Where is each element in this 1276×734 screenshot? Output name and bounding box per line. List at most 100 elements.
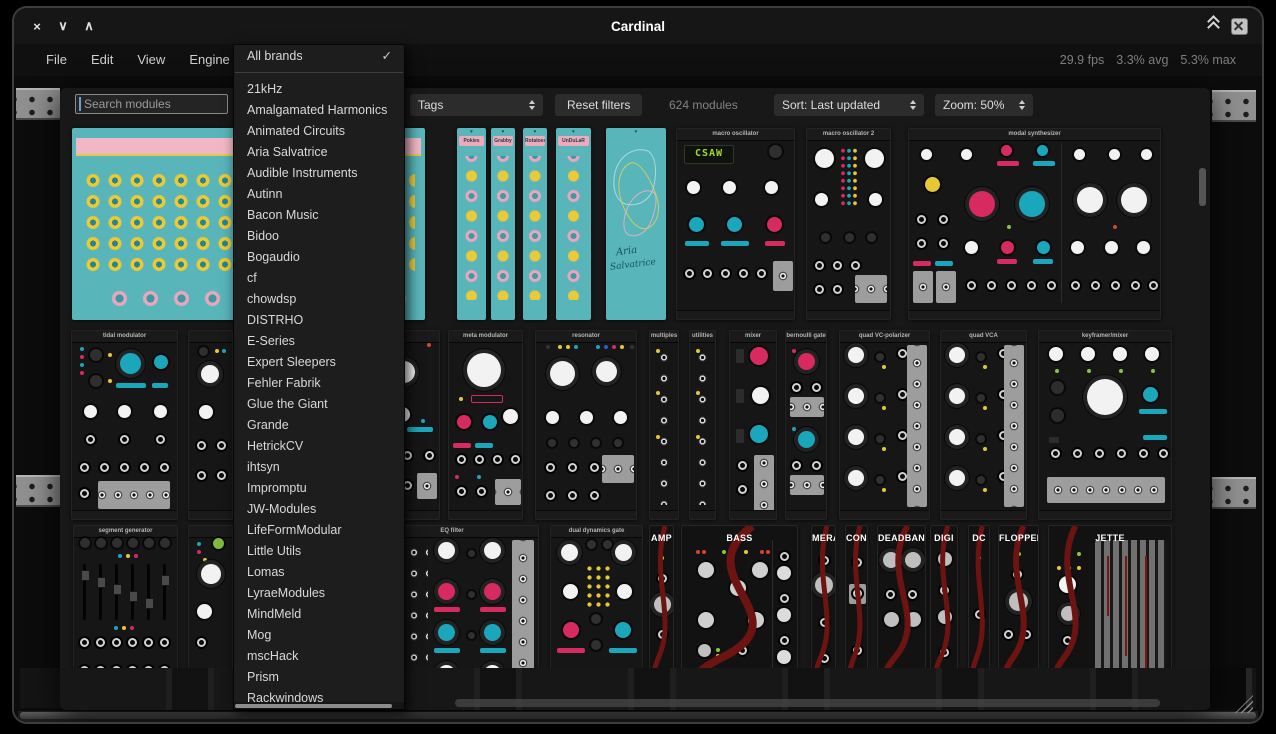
tags-select[interactable]: Tags <box>410 94 543 116</box>
module-title: quad VCA <box>941 331 1026 343</box>
stat-3-3-avg: 3.3% avg <box>1116 53 1168 67</box>
module-title: CONV <box>846 533 867 543</box>
module-card-grabby[interactable]: ♥Grabby <box>491 128 515 320</box>
module-card[interactable] <box>188 330 233 520</box>
brand-menu-item-expert-sleepers[interactable]: Expert Sleepers <box>234 352 404 373</box>
stat-5-3-max: 5.3% max <box>1180 53 1236 67</box>
menu-separator <box>235 72 403 73</box>
brand-menu-item-hetrickcv[interactable]: HetrickCV <box>234 436 404 457</box>
brand-menu-item-audible-instruments[interactable]: Audible Instruments <box>234 163 404 184</box>
module-card[interactable]: ♥ Aria Salvatrice <box>606 128 666 320</box>
brand-menu-item-impromptu[interactable]: Impromptu <box>234 478 404 499</box>
brand-menu-item-amalgamated-harmonics[interactable]: Amalgamated Harmonics <box>234 100 404 121</box>
menu-view[interactable]: View <box>125 44 177 76</box>
menubar: FileEditViewEngineHelp 29.9 fps3.3% avg5… <box>14 44 1262 76</box>
browser-hscroll-thumb[interactable] <box>455 699 1160 707</box>
module-card-keyframer-mixer[interactable]: keyframer/mixer <box>1038 330 1172 520</box>
module-card-amp[interactable]: AMP <box>649 525 674 668</box>
menu-file[interactable]: File <box>34 44 79 76</box>
brand-menu-item-prism[interactable]: Prism <box>234 667 404 688</box>
module-title: DC <box>969 533 989 543</box>
module-card-dual-dynamics-gate[interactable]: dual dynamics gate <box>550 525 643 668</box>
rack-rail <box>16 88 60 120</box>
module-card-jette[interactable]: JETTE <box>1048 525 1172 668</box>
brand-menu-item-distrho[interactable]: DISTRHO <box>234 310 404 331</box>
brand-menu-item-chowdsp[interactable]: chowdsp <box>234 289 404 310</box>
module-card-resonator[interactable]: resonator <box>535 330 637 520</box>
rack-hscroll-thumb[interactable] <box>20 712 1256 719</box>
brand-menu-item-21khz[interactable]: 21kHz <box>234 79 404 100</box>
brand-menu-item-lomas[interactable]: Lomas <box>234 562 404 583</box>
module-card-utilities[interactable]: utilities <box>689 330 716 520</box>
stat-29-9-fps: 29.9 fps <box>1060 53 1104 67</box>
menu-edit[interactable]: Edit <box>79 44 125 76</box>
app-icon[interactable] <box>1231 18 1248 35</box>
titlebar-right <box>1205 8 1248 44</box>
brand-menu-item-mog[interactable]: Mog <box>234 625 404 646</box>
module-card-pokies[interactable]: ♥Pokies <box>457 128 486 320</box>
brand-menu-item-lifeformmodular[interactable]: LifeFormModular <box>234 520 404 541</box>
brand-menu-item-aria-salvatrice[interactable]: Aria Salvatrice <box>234 142 404 163</box>
module-title: MERA <box>812 533 835 543</box>
module-card-rotatoes[interactable]: ♥Rotatoes <box>523 128 547 320</box>
module-card-flopper[interactable]: FLOPPER <box>998 525 1039 668</box>
reset-filters-button[interactable]: Reset filters <box>555 94 642 116</box>
brand-menu-item-glue-the-giant[interactable]: Glue the Giant <box>234 394 404 415</box>
browser-vscroll-thumb[interactable] <box>1199 168 1206 206</box>
tags-select-label: Tags <box>418 98 443 112</box>
zoom-select[interactable]: Zoom: 50% <box>935 94 1033 116</box>
window-title: Cardinal <box>14 8 1262 44</box>
module-card-conv[interactable]: CONV <box>845 525 868 668</box>
module-card-bernoulli-gate[interactable]: bernoulli gate <box>785 330 827 520</box>
module-card-deadband[interactable]: DEADBAND <box>877 525 926 668</box>
module-title: BASS <box>682 533 797 543</box>
brand-menu-item-bacon-music[interactable]: Bacon Music <box>234 205 404 226</box>
module-card-bass[interactable]: BASS <box>681 525 798 668</box>
module-card-digi[interactable]: DIGI <box>930 525 958 668</box>
module-card-tidal-modulator[interactable]: tidal modulator <box>71 330 178 520</box>
fps-stats: 29.9 fps 3.3% avg 5.3% max <box>1060 44 1236 76</box>
module-title: macro oscillator <box>677 129 794 141</box>
module-title: DIGI <box>931 533 957 543</box>
module-card-meta-modulator[interactable]: meta modulator <box>448 330 523 520</box>
rack-rail <box>1212 477 1256 509</box>
brand-menu-item-grande[interactable]: Grande <box>234 415 404 436</box>
module-card-dc[interactable]: DC <box>968 525 990 668</box>
module-card-mera[interactable]: MERA <box>811 525 836 668</box>
brand-menu-item-mindmeld[interactable]: MindMeld <box>234 604 404 625</box>
module-title: DEADBAND <box>878 533 925 543</box>
dropdown-scroll-thumb[interactable] <box>235 704 392 708</box>
sort-select[interactable]: Sort: Last updated <box>774 94 924 116</box>
module-card-mixer[interactable]: mixer <box>729 330 777 520</box>
module-card-quad-vc-polarizer[interactable]: quad VC-polarizer <box>839 330 930 520</box>
brand-menu-item-bogaudio[interactable]: Bogaudio <box>234 247 404 268</box>
module-card-modal-synthesizer[interactable]: modal synthesizer <box>908 128 1161 320</box>
search-input[interactable] <box>75 94 228 114</box>
module-title: multiples <box>650 331 678 343</box>
brand-menu-item-jw-modules[interactable]: JW-Modules <box>234 499 404 520</box>
brand-menu-item-animated-circuits[interactable]: Animated Circuits <box>234 121 404 142</box>
brand-menu-item-all-brands[interactable]: All brands ✓ <box>234 45 404 68</box>
module-card[interactable] <box>188 525 233 668</box>
brand-menu-item-little-utils[interactable]: Little Utils <box>234 541 404 562</box>
module-card-undular[interactable]: ♥UnDuLaR <box>556 128 591 320</box>
brand-menu-selected-label: All brands <box>247 45 303 68</box>
brand-menu-item-mschack[interactable]: mscHack <box>234 646 404 667</box>
brand-menu-item-bidoo[interactable]: Bidoo <box>234 226 404 247</box>
updown-arrows-icon <box>529 100 535 110</box>
app-window: × ∨ ∧ Cardinal FileEditViewEngineHelp 29… <box>14 8 1262 722</box>
brand-menu-item-autinn[interactable]: Autinn <box>234 184 404 205</box>
updown-arrows-icon <box>1019 100 1025 110</box>
module-card-macro-oscillator-2[interactable]: macro oscillator 2 <box>806 128 891 320</box>
check-icon: ✓ <box>382 45 392 68</box>
brand-menu-item-cf[interactable]: cf <box>234 268 404 289</box>
brand-menu-item-lyraemodules[interactable]: LyraeModules <box>234 583 404 604</box>
module-card-quad-vca[interactable]: quad VCA <box>940 330 1027 520</box>
module-card-macro-oscillator[interactable]: macro oscillatorCSAW <box>676 128 795 320</box>
module-card-segment-generator[interactable]: segment generator <box>73 525 178 668</box>
shade-window-icon[interactable] <box>1205 20 1221 32</box>
module-card-multiples[interactable]: multiples <box>649 330 679 520</box>
brand-menu-item-fehler-fabrik[interactable]: Fehler Fabrik <box>234 373 404 394</box>
brand-menu-item-ihtsyn[interactable]: ihtsyn <box>234 457 404 478</box>
brand-menu-item-e-series[interactable]: E-Series <box>234 331 404 352</box>
